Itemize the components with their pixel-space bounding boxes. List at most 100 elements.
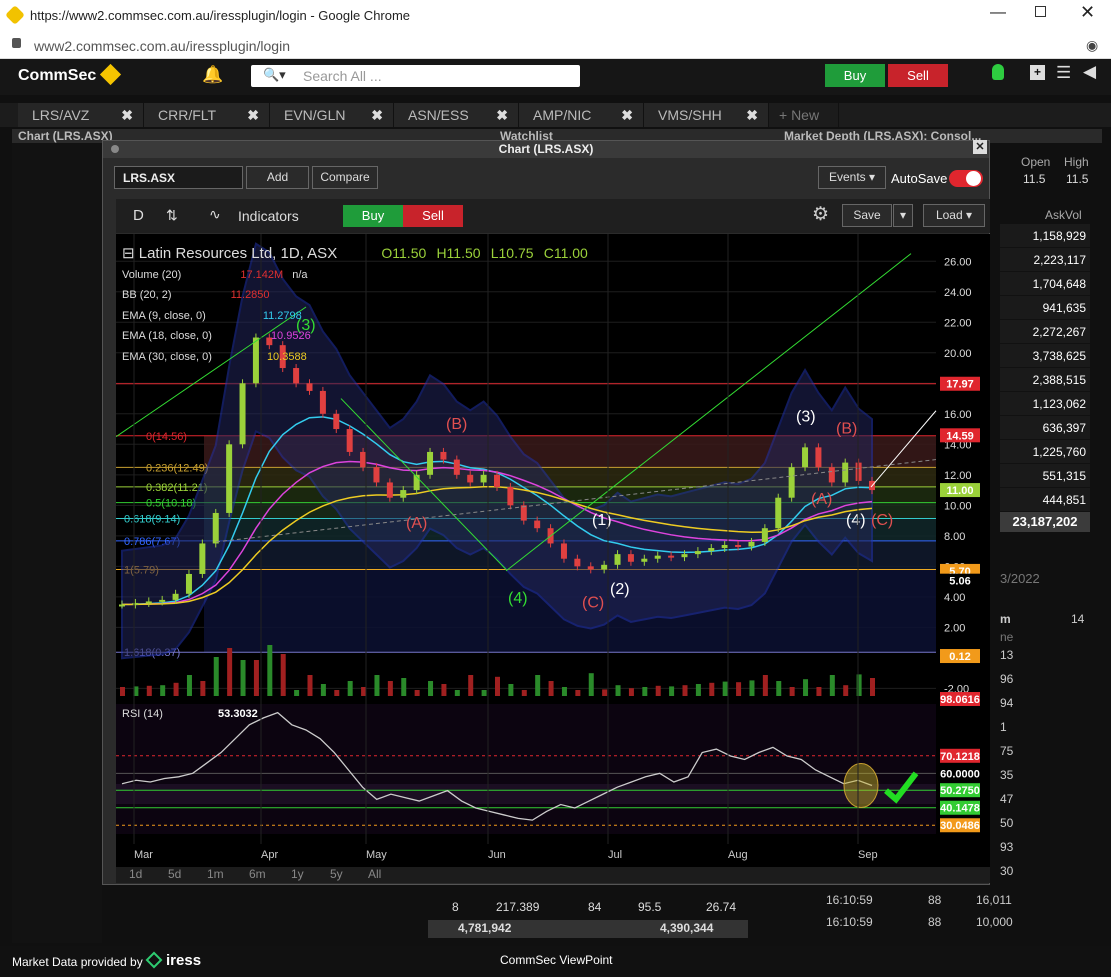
chart-plot-area[interactable]: 26.0024.0022.0020.0018.0016.0014.0012.00… <box>116 234 990 867</box>
close-tab-icon[interactable]: ✖ <box>496 103 508 127</box>
menu-icon[interactable]: ☰ <box>1056 63 1071 83</box>
tf-1m[interactable]: 1m <box>207 867 224 881</box>
tab-evn-gln[interactable]: EVN/GLN ✖ <box>270 103 394 127</box>
volume-bar <box>414 690 420 696</box>
rsi-pane <box>116 704 936 834</box>
compare-button[interactable]: Compare <box>312 166 378 189</box>
bg-chart-title: Chart (LRS.ASX) <box>18 129 113 143</box>
course-col-14: 14 <box>1071 612 1085 626</box>
symbol-input[interactable]: LRS.ASX <box>114 166 243 189</box>
candle-body <box>735 544 742 547</box>
candle-body <box>199 543 206 574</box>
candle-body <box>373 467 380 483</box>
volume-bar <box>280 654 286 696</box>
price-chart-svg[interactable]: 26.0024.0022.0020.0018.0016.0014.0012.00… <box>116 234 990 867</box>
tab-asn-ess[interactable]: ASN/ESS ✖ <box>394 103 519 127</box>
depth-open-value: 11.5 <box>1023 172 1046 186</box>
tab-amp-nic[interactable]: AMP/NIC ✖ <box>519 103 644 127</box>
top-buy-button[interactable]: Buy <box>825 64 885 87</box>
tab-vms-shh[interactable]: VMS/SHH ✖ <box>644 103 769 127</box>
volume-bar <box>173 682 179 696</box>
tab-new[interactable]: + New <box>769 103 839 127</box>
search-box[interactable]: 🔍▾ Search All ... <box>251 65 580 87</box>
candle-body <box>534 520 541 529</box>
legend-ema9-value: 11.2798 <box>262 310 302 322</box>
volume-bar <box>628 688 634 696</box>
tf-1y[interactable]: 1y <box>291 867 304 881</box>
cell: 217.389 <box>496 900 540 914</box>
load-dropdown[interactable]: Load ▾ <box>923 204 985 227</box>
depth-high-value: 11.5 <box>1066 172 1089 186</box>
top-sell-button[interactable]: Sell <box>888 64 948 87</box>
save-button[interactable]: Save <box>842 204 892 227</box>
browser-titlebar: https://www2.commsec.com.au/iressplugin/… <box>0 0 1111 32</box>
side-val: 47 <box>1000 792 1014 806</box>
trade-price: 88 <box>928 893 942 907</box>
trade-time: 16:10:59 <box>826 915 873 929</box>
tf-6m[interactable]: 6m <box>249 867 266 881</box>
iress-logo-icon <box>145 951 163 969</box>
legend-bb: BB (20, 2) 11.2850 <box>122 289 270 301</box>
tf-5y[interactable]: 5y <box>330 867 343 881</box>
volume-bar <box>655 685 661 696</box>
volume-bar <box>749 680 755 696</box>
volume-bar <box>669 686 675 696</box>
volume-bar <box>508 684 514 696</box>
bell-icon[interactable]: 🔔 <box>202 65 223 85</box>
wave-label: (A) <box>406 515 427 532</box>
toggle-knob <box>966 171 981 186</box>
tf-1d[interactable]: 1d <box>129 867 142 881</box>
wave-label: (B) <box>446 416 467 433</box>
settings-gear-icon[interactable]: ⚙ <box>812 203 829 226</box>
url-text[interactable]: www2.commsec.com.au/iressplugin/login <box>34 38 290 54</box>
search-icon[interactable]: 🔍▾ <box>263 67 286 83</box>
candle-body <box>132 602 139 605</box>
fib-label: 0.236(12.49) <box>146 462 208 474</box>
close-tab-icon[interactable]: ✖ <box>621 103 633 127</box>
tab-label: VMS/SHH <box>658 107 722 123</box>
close-tab-icon[interactable]: ✖ <box>371 103 383 127</box>
legend-rsi-label: RSI (14) <box>122 708 163 720</box>
chart-sell-button[interactable]: Sell <box>403 205 463 227</box>
add-button[interactable]: Add <box>246 166 309 189</box>
search-input[interactable]: Search All ... <box>303 68 382 84</box>
side-val: 35 <box>1000 768 1014 782</box>
tab-lrs-avz[interactable]: LRS/AVZ ✖ <box>18 103 144 127</box>
add-icon[interactable]: + <box>1030 65 1045 80</box>
address-bar: www2.commsec.com.au/iressplugin/login ◉ <box>0 32 1111 59</box>
candle-body <box>239 383 246 445</box>
volume-bar <box>762 675 768 696</box>
period-selector[interactable]: D <box>133 207 144 224</box>
maximize-icon[interactable] <box>1035 6 1046 17</box>
volume-bar <box>468 675 474 696</box>
lightbulb-icon[interactable] <box>992 64 1004 80</box>
candle-body <box>694 551 701 555</box>
close-tab-icon[interactable]: ✖ <box>746 103 758 127</box>
candle-body <box>159 599 166 602</box>
price-tick-label: 20.00 <box>944 348 972 360</box>
chart-buy-button[interactable]: Buy <box>343 205 403 227</box>
candle-body <box>761 528 768 542</box>
brand-logo: CommSec <box>18 67 97 84</box>
volume-bar <box>856 674 862 696</box>
close-window-icon[interactable]: ✕ <box>1080 2 1095 23</box>
candle-body <box>748 541 755 547</box>
chart-window-close-icon[interactable]: ✕ <box>973 140 987 154</box>
tab-crr-flt[interactable]: CRR/FLT ✖ <box>144 103 270 127</box>
tf-5d[interactable]: 5d <box>168 867 181 881</box>
events-dropdown[interactable]: Events ▾ <box>818 166 886 189</box>
collapse-icon[interactable]: ◀ <box>1083 62 1096 82</box>
close-tab-icon[interactable]: ✖ <box>121 103 133 127</box>
minimize-icon[interactable]: — <box>990 4 1006 22</box>
autosave-toggle[interactable] <box>949 170 983 187</box>
candlestick-icon[interactable]: ⇅ <box>166 207 178 224</box>
save-options-button[interactable]: ▾ <box>893 204 913 227</box>
tf-all[interactable]: All <box>368 867 381 881</box>
candle-body <box>668 555 675 558</box>
eye-icon[interactable]: ◉ <box>1086 37 1098 54</box>
chart-window-title: Chart (LRS.ASX) <box>103 141 989 158</box>
x-tick-label: Mar <box>134 849 153 861</box>
candle-body <box>614 554 621 565</box>
close-tab-icon[interactable]: ✖ <box>247 103 259 127</box>
indicators-button[interactable]: Indicators <box>238 208 299 224</box>
